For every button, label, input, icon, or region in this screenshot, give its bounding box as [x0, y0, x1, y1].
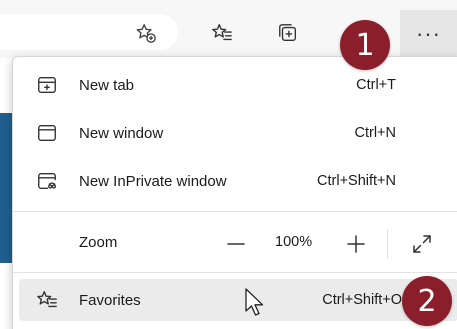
menu-item-shortcut: Ctrl+N: [354, 125, 397, 141]
fullscreen-button[interactable]: [407, 229, 437, 259]
menu-item-label: New InPrivate window: [79, 172, 227, 190]
zoom-label: Zoom: [79, 234, 118, 251]
mouse-cursor-icon: [245, 288, 264, 316]
page-banner-edge: [0, 113, 12, 263]
step-badge-2: 2: [402, 276, 452, 326]
zoom-divider: [387, 229, 388, 259]
new-tab-icon: [35, 73, 59, 97]
zoom-out-button[interactable]: [221, 229, 251, 259]
menu-item-favorites[interactable]: Favorites Ctrl+Shift+O: [19, 279, 457, 321]
menu-item-label: New tab: [79, 76, 135, 94]
collections-icon[interactable]: [274, 19, 302, 47]
menu-item-label: New window: [79, 124, 164, 142]
menu-divider: [13, 272, 457, 273]
menu-item-shortcut: Ctrl+Shift+N: [317, 173, 396, 189]
browser-window: ··· New tab Ctrl+T New window Ctrl+N New…: [0, 0, 457, 329]
plus-icon: [347, 235, 365, 253]
more-icon: ···: [416, 21, 441, 46]
favorites-icon[interactable]: [208, 19, 236, 47]
zoom-value: 100%: [275, 234, 313, 250]
menu-divider: [13, 211, 457, 212]
minus-icon: [227, 243, 245, 245]
new-window-icon: [35, 121, 59, 145]
menu-item-new-inprivate-window[interactable]: New InPrivate window Ctrl+Shift+N: [13, 161, 457, 201]
zoom-in-button[interactable]: [341, 229, 371, 259]
favorites-list-icon: [35, 288, 59, 312]
step-badge-1: 1: [340, 20, 390, 70]
menu-item-shortcut: Ctrl+Shift+O: [322, 292, 402, 308]
settings-menu: New tab Ctrl+T New window Ctrl+N New InP…: [12, 56, 457, 329]
fullscreen-icon: [413, 235, 431, 253]
menu-item-new-window[interactable]: New window Ctrl+N: [13, 113, 457, 153]
zoom-row: Zoom 100%: [13, 223, 457, 265]
menu-item-label: Favorites: [79, 291, 141, 309]
inprivate-icon: [35, 169, 59, 193]
menu-item-new-tab[interactable]: New tab Ctrl+T: [13, 65, 457, 105]
settings-and-more-button[interactable]: ···: [400, 10, 457, 58]
add-favorite-icon[interactable]: [132, 19, 160, 47]
page-content-edge: [0, 58, 12, 329]
menu-item-shortcut: Ctrl+T: [356, 77, 396, 93]
